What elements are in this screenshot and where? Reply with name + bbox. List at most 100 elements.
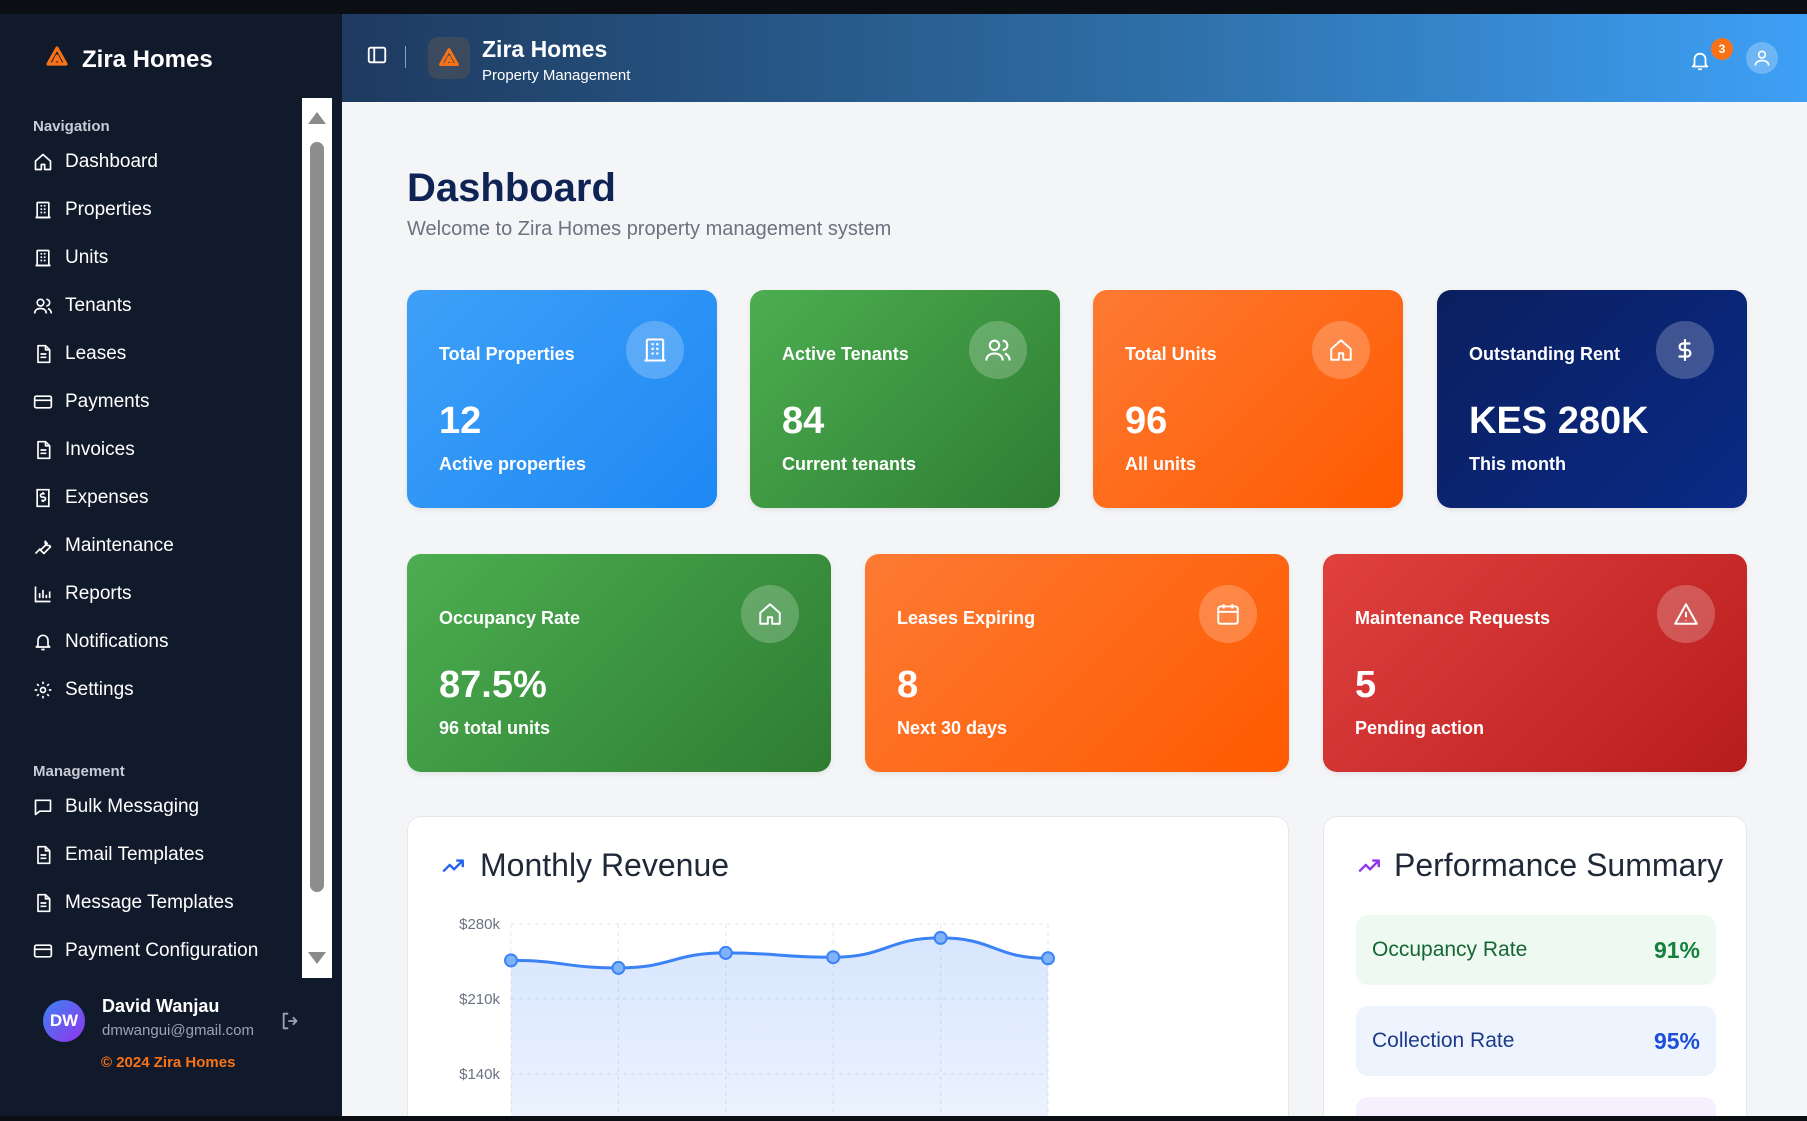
user-profile-icon[interactable] bbox=[1746, 42, 1778, 74]
sidebar-item-leases[interactable]: Leases bbox=[33, 339, 126, 369]
y-axis-tick-label: $140k bbox=[459, 1066, 500, 1083]
sidebar-item-label: Reports bbox=[65, 583, 132, 604]
card-value: 84 bbox=[782, 400, 825, 442]
outstanding-rent-card[interactable]: Outstanding Rent KES 280K This month bbox=[1437, 290, 1747, 508]
user-email: dmwangui@gmail.com bbox=[102, 1022, 254, 1039]
total-properties-card[interactable]: Total Properties 12 Active properties bbox=[407, 290, 717, 508]
sidebar-item-label: Tenants bbox=[65, 295, 132, 316]
revenue-data-point[interactable] bbox=[504, 953, 518, 968]
message-icon bbox=[34, 799, 52, 816]
scrollbar-thumb[interactable] bbox=[310, 142, 324, 892]
revenue-data-point[interactable] bbox=[826, 950, 841, 965]
sidebar-scrollbar[interactable] bbox=[302, 98, 332, 978]
revenue-data-point[interactable] bbox=[933, 930, 948, 945]
calendar-icon bbox=[1199, 585, 1257, 643]
trending-up-icon bbox=[440, 853, 466, 884]
active-tenants-card[interactable]: Active Tenants 84 Current tenants bbox=[750, 290, 1060, 508]
card-value: 8 bbox=[897, 664, 919, 706]
building-icon bbox=[35, 201, 51, 219]
sidebar-item-label: Leases bbox=[65, 343, 127, 364]
user-profile: DW David Wanjau dmwangui@gmail.com © 202… bbox=[43, 996, 333, 1096]
header-logo-icon bbox=[428, 37, 470, 79]
scroll-up-arrow-icon[interactable] bbox=[308, 112, 326, 124]
sidebar-item-invoices[interactable]: Invoices bbox=[33, 435, 135, 465]
revenue-chart: $280k $210k $140k bbox=[459, 916, 1055, 1116]
occupancy-rate-card[interactable]: Occupancy Rate 87.5% 96 total units bbox=[407, 554, 831, 772]
sidebar-item-settings[interactable]: Settings bbox=[33, 675, 134, 705]
card-label: Total Units bbox=[1125, 344, 1217, 364]
sidebar-item-dashboard[interactable]: Dashboard bbox=[33, 147, 158, 177]
card-label: Active Tenants bbox=[782, 344, 909, 364]
sidebar-item-properties[interactable]: Properties bbox=[33, 195, 152, 225]
home-icon bbox=[741, 585, 799, 643]
user-name: David Wanjau bbox=[102, 996, 220, 1016]
revenue-area bbox=[511, 937, 1048, 1116]
performance-row-partial bbox=[1356, 1097, 1716, 1116]
notifications-bell-icon[interactable] bbox=[1689, 50, 1711, 77]
sidebar-item-expenses[interactable]: Expenses bbox=[33, 483, 148, 513]
scroll-down-arrow-icon[interactable] bbox=[308, 952, 326, 964]
header-title: Zira Homes bbox=[482, 36, 608, 62]
document-icon bbox=[37, 893, 51, 913]
sidebar-item-payments[interactable]: Payments bbox=[33, 387, 149, 417]
sidebar-item-email-templates[interactable]: Email Templates bbox=[33, 840, 204, 870]
logout-icon[interactable] bbox=[280, 1010, 302, 1037]
card-value: 12 bbox=[439, 400, 482, 442]
sidebar-item-payment-configuration[interactable]: Payment Configuration bbox=[33, 936, 258, 966]
sidebar-item-label: Maintenance bbox=[65, 535, 174, 556]
sidebar-item-label: Dashboard bbox=[65, 151, 158, 172]
sidebar-nav: Navigation Dashboard Properties Units Te… bbox=[0, 98, 302, 978]
sidebar-item-tenants[interactable]: Tenants bbox=[33, 291, 132, 321]
avatar[interactable]: DW bbox=[43, 1000, 85, 1042]
brand[interactable]: Zira Homes bbox=[42, 42, 213, 77]
main-content: Zira Homes Property Management 3 Dashboa… bbox=[342, 14, 1807, 1116]
revenue-data-point[interactable] bbox=[611, 960, 626, 975]
card-subtext: This month bbox=[1469, 454, 1566, 474]
home-icon bbox=[34, 153, 52, 171]
sidebar-item-label: Units bbox=[65, 247, 109, 268]
card-label: Outstanding Rent bbox=[1469, 344, 1620, 364]
credit-card-icon bbox=[33, 944, 53, 958]
performance-value: 91% bbox=[1653, 937, 1700, 963]
sidebar-item-reports[interactable]: Reports bbox=[33, 579, 132, 609]
receipt-icon bbox=[36, 488, 50, 508]
monthly-revenue-panel: Monthly Revenue $280k $210k $140k bbox=[407, 816, 1289, 1116]
page-subtitle: Welcome to Zira Homes property managemen… bbox=[407, 218, 892, 240]
card-value: KES 280K bbox=[1469, 400, 1649, 442]
leases-expiring-card[interactable]: Leases Expiring 8 Next 30 days bbox=[865, 554, 1289, 772]
page-title: Dashboard bbox=[407, 166, 616, 210]
card-subtext: Active properties bbox=[439, 454, 587, 474]
card-label: Maintenance Requests bbox=[1355, 608, 1551, 628]
sidebar-item-label: Payment Configuration bbox=[65, 940, 259, 961]
card-label: Total Properties bbox=[439, 344, 575, 364]
performance-title: Performance Summary bbox=[1394, 847, 1723, 883]
maintenance-requests-card[interactable]: Maintenance Requests 5 Pending action bbox=[1323, 554, 1747, 772]
sidebar-toggle-icon[interactable] bbox=[366, 44, 388, 71]
sidebar-item-units[interactable]: Units bbox=[33, 243, 108, 273]
sidebar: Zira Homes Navigation Dashboard Properti… bbox=[0, 14, 342, 1116]
management-section-title: Management bbox=[33, 763, 125, 780]
dollar-icon bbox=[1656, 321, 1714, 379]
revenue-data-point[interactable] bbox=[718, 945, 733, 960]
total-units-card[interactable]: Total Units 96 All units bbox=[1093, 290, 1403, 508]
notification-badge: 3 bbox=[1711, 38, 1733, 60]
users-icon bbox=[969, 321, 1027, 379]
document-icon bbox=[37, 440, 51, 460]
sidebar-item-bulk-messaging[interactable]: Bulk Messaging bbox=[33, 792, 199, 822]
revenue-data-point[interactable] bbox=[1041, 951, 1055, 966]
sidebar-item-label: Settings bbox=[65, 679, 134, 700]
sidebar-item-notifications[interactable]: Notifications bbox=[33, 627, 169, 657]
brand-name: Zira Homes bbox=[82, 45, 213, 73]
revenue-title: Monthly Revenue bbox=[480, 847, 730, 883]
navigation-section-title: Navigation bbox=[33, 118, 110, 135]
card-label: Occupancy Rate bbox=[439, 608, 581, 628]
building-icon bbox=[35, 249, 51, 267]
bell-icon bbox=[35, 634, 51, 651]
card-subtext: All units bbox=[1125, 454, 1196, 474]
card-label: Leases Expiring bbox=[897, 608, 1036, 628]
sidebar-item-maintenance[interactable]: Maintenance bbox=[33, 531, 174, 561]
sidebar-item-label: Invoices bbox=[65, 439, 135, 460]
users-icon bbox=[33, 298, 53, 314]
sidebar-item-message-templates[interactable]: Message Templates bbox=[33, 888, 234, 918]
credit-card-icon bbox=[33, 395, 53, 409]
